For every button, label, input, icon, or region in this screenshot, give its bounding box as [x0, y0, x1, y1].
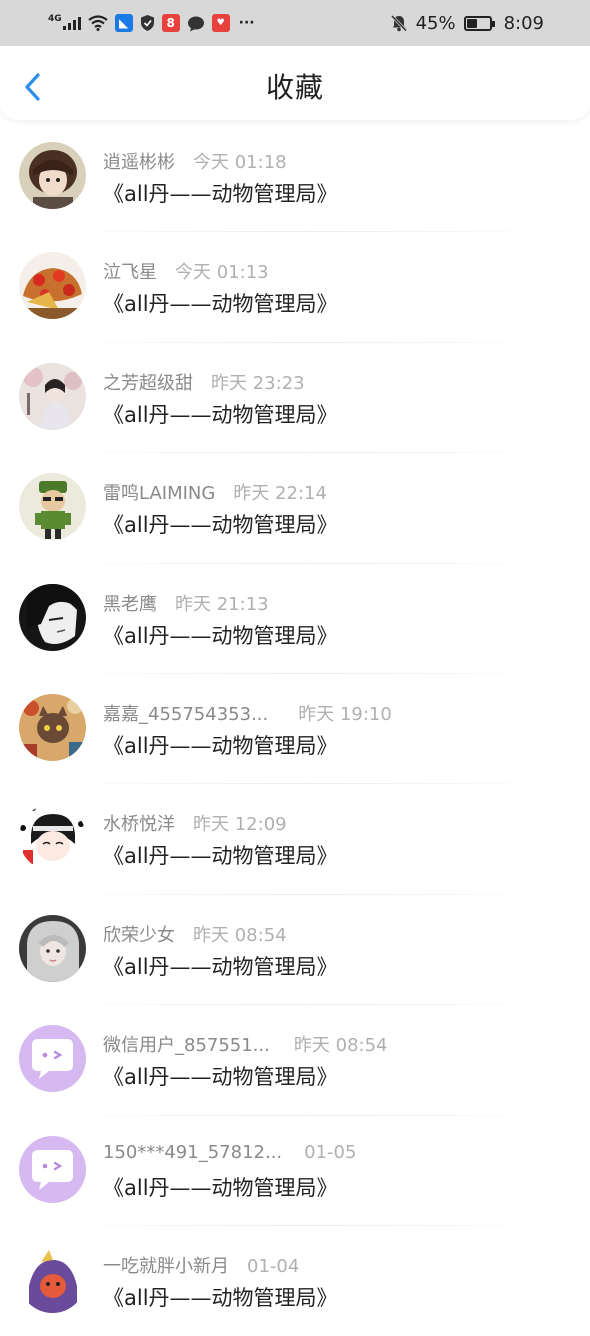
battery-icon	[463, 15, 495, 31]
avatar[interactable]	[19, 1245, 86, 1313]
list-item[interactable]: 之芳超级甜 昨天 23:23 《all丹——动物管理局》	[0, 343, 590, 454]
collection-title[interactable]: 《all丹——动物管理局》	[103, 178, 338, 208]
timestamp: 昨天 21:13	[175, 593, 269, 615]
timestamp: 昨天 12:09	[193, 814, 287, 836]
list-item[interactable]: 逍遥彬彬 今天 01:18 《all丹——动物管理局》	[0, 122, 590, 233]
list-item[interactable]: 黑老鹰 昨天 21:13 《all丹——动物管理局》	[0, 564, 590, 674]
avatar[interactable]	[19, 1025, 86, 1093]
avatar[interactable]	[19, 142, 86, 209]
mute-bell-icon	[390, 14, 407, 32]
notification-app-icon: ♥	[211, 14, 230, 32]
collection-title[interactable]: 《all丹——动物管理局》	[103, 1172, 338, 1202]
avatar[interactable]	[19, 914, 86, 982]
list-item[interactable]: 微信用户_857551... 昨天 08:54 《all丹——动物管理局》	[0, 1005, 590, 1116]
timestamp: 今天 01:13	[175, 262, 269, 284]
list-item[interactable]: 一吃就胖小新月 01-04 《all丹——动物管理局》	[0, 1226, 590, 1336]
list-item[interactable]: 150***491_57812... 01-05 《all丹——动物管理局》	[0, 1116, 590, 1226]
user-name[interactable]: 微信用户_857551...	[103, 1035, 270, 1056]
favorites-list: 逍遥彬彬 今天 01:18 《all丹——动物管理局》 泣飞星 今天 01:13 《…	[0, 122, 590, 1336]
list-item[interactable]: 欣荣少女 昨天 08:54 《all丹——动物管理局》	[0, 895, 590, 1006]
timestamp: 昨天 22:14	[233, 483, 327, 505]
item-meta: 欣荣少女 昨天 08:54	[103, 921, 287, 947]
battery-percent: 45%	[415, 12, 456, 34]
list-item[interactable]: 雷鸣LAIMING 昨天 22:14 《all丹——动物管理局》	[0, 453, 590, 564]
user-name[interactable]: 一吃就胖小新月	[103, 1256, 229, 1277]
avatar[interactable]	[19, 693, 86, 761]
timestamp: 昨天 19:10	[298, 703, 392, 725]
collection-title[interactable]: 《all丹——动物管理局》	[103, 1061, 338, 1091]
collection-title[interactable]: 《all丹——动物管理局》	[103, 951, 338, 981]
user-name[interactable]: 雷鸣LAIMING	[103, 483, 215, 504]
user-name[interactable]: 之芳超级甜	[103, 373, 193, 394]
avatar[interactable]	[19, 473, 86, 541]
user-name[interactable]: 150***491_57812...	[103, 1142, 282, 1163]
timestamp: 01-04	[247, 1255, 300, 1277]
item-meta: 逍遥彬彬 今天 01:18	[103, 148, 287, 174]
collection-title[interactable]: 《all丹——动物管理局》	[103, 509, 338, 539]
item-meta: 之芳超级甜 昨天 23:23	[103, 369, 305, 395]
user-name[interactable]: 逍遥彬彬	[103, 152, 175, 173]
status-bar-right: 45% 8:09	[390, 11, 544, 35]
item-meta: 泣飞星 今天 01:13	[103, 258, 269, 284]
avatar[interactable]	[19, 1135, 86, 1203]
chat-bubble-icon	[187, 16, 204, 31]
status-bar-left: 4G ◣ 8 ♥ ···	[48, 11, 255, 35]
user-name[interactable]: 欣荣少女	[103, 925, 175, 946]
collection-title[interactable]: 《all丹——动物管理局》	[103, 1282, 338, 1312]
page-title: 收藏	[265, 71, 324, 104]
signal-icon	[62, 16, 81, 30]
item-meta: 水桥悦洋 昨天 12:09	[103, 810, 287, 836]
item-meta: 雷鸣LAIMING 昨天 22:14	[103, 479, 327, 505]
avatar[interactable]	[19, 583, 86, 651]
avatar[interactable]	[19, 804, 86, 872]
user-name[interactable]: 泣飞星	[103, 262, 157, 283]
battery-level	[466, 18, 478, 28]
collection-title[interactable]: 《all丹——动物管理局》	[103, 288, 338, 318]
top-nav-bar: 收藏	[0, 46, 590, 120]
collection-title[interactable]: 《all丹——动物管理局》	[103, 840, 338, 870]
wifi-icon	[87, 15, 108, 31]
list-item[interactable]: 水桥悦洋 昨天 12:09 《all丹——动物管理局》	[0, 784, 590, 895]
item-meta: 黑老鹰 昨天 21:13	[103, 590, 269, 616]
status-bar: 4G ◣ 8 ♥ ··· 45% 8:09	[0, 0, 590, 46]
collection-title[interactable]: 《all丹——动物管理局》	[103, 730, 338, 760]
more-notifications-icon: ···	[238, 15, 255, 31]
timestamp: 昨天 08:54	[193, 924, 287, 946]
item-meta: 微信用户_857551... 昨天 08:54	[103, 1031, 388, 1057]
collection-title[interactable]: 《all丹——动物管理局》	[103, 399, 338, 429]
item-meta: 150***491_57812... 01-05	[103, 1142, 356, 1163]
avatar[interactable]	[19, 252, 86, 320]
timestamp: 昨天 08:54	[293, 1035, 388, 1057]
list-item[interactable]: 嘉嘉_455754353... 昨天 19:10 《all丹——动物管理局》	[0, 674, 590, 785]
timestamp: 昨天 23:23	[211, 372, 305, 394]
clock: 8:09	[503, 12, 544, 34]
user-name[interactable]: 黑老鹰	[103, 594, 157, 615]
network-type: 4G	[48, 13, 62, 24]
list-item[interactable]: 泣飞星 今天 01:13 《all丹——动物管理局》	[0, 232, 590, 343]
avatar[interactable]	[19, 362, 86, 430]
blue-app-icon: ◣	[114, 14, 133, 32]
item-meta: 嘉嘉_455754353... 昨天 19:10	[103, 700, 392, 726]
user-name[interactable]: 嘉嘉_455754353...	[103, 704, 268, 725]
timestamp: 01-05	[304, 1141, 357, 1163]
user-name[interactable]: 水桥悦洋	[103, 814, 175, 835]
item-meta: 一吃就胖小新月 01-04	[103, 1252, 299, 1278]
red-app-icon: 8	[161, 14, 180, 32]
shield-icon	[140, 15, 154, 31]
timestamp: 今天 01:18	[193, 152, 287, 173]
collection-title[interactable]: 《all丹——动物管理局》	[103, 620, 338, 650]
